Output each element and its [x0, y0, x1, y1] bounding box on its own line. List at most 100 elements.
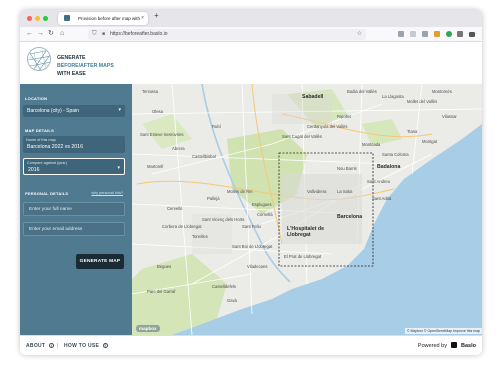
footer-separator: |	[57, 343, 59, 349]
map-label-sant-andreu: Sant Andreu	[367, 179, 391, 184]
map-label-cornella: Cornellà	[257, 212, 273, 217]
generate-map-button[interactable]: GENERATE MAP	[76, 254, 124, 269]
mapbox-logo[interactable]: mapbox	[136, 325, 160, 332]
map-view[interactable]: Sabadell Terrassa Badalona Barcelona L'H…	[132, 84, 482, 335]
location-section-label: LOCATION	[25, 96, 48, 101]
brand-logo[interactable]	[27, 47, 51, 71]
map-label-castellbisbal: Castellbisbal	[192, 154, 216, 159]
bookmark-star-icon[interactable]: ☆	[357, 30, 362, 39]
maximize-window-button[interactable]	[43, 16, 48, 21]
back-arrow-icon[interactable]: ←	[26, 29, 33, 39]
map-name-value[interactable]: Barcelona 2022 vs 2016	[27, 144, 83, 150]
map-label-cervello: Cervelló	[167, 206, 183, 211]
map-label-viladecans: Viladecans	[247, 264, 268, 269]
profile-icon[interactable]	[446, 31, 452, 37]
brand-line-3: WITH EASE	[57, 71, 86, 77]
full-name-input[interactable]: Enter your full name	[23, 202, 125, 216]
map-label-cerdanyola: Cerdanyola del Vallès	[307, 124, 348, 129]
map-label-nou-barris: Nou Barris	[337, 166, 357, 171]
map-label-la-salut: La Salut	[337, 189, 353, 194]
new-tab-button[interactable]: +	[154, 11, 159, 20]
about-link[interactable]: ABOUT i	[26, 343, 54, 349]
map-label-esplugues: Esplugues	[252, 202, 272, 207]
email-input[interactable]: Enter your email address	[23, 222, 125, 236]
address-bar[interactable]: ⛉ ■ https://beforeafter.baslo.io ☆	[88, 29, 366, 40]
map-label-palleja: Pallejà	[207, 196, 220, 201]
powered-by[interactable]: Powered by Baslo	[418, 342, 476, 349]
map-label-badalona: Badalona	[377, 164, 401, 170]
how-to-use-link[interactable]: HOW TO USE ?	[64, 343, 108, 349]
compare-year-value[interactable]: 2016	[28, 167, 40, 173]
shield-icon[interactable]: ⛉	[92, 30, 97, 39]
map-label-santa-coloma: Santa Coloma	[382, 152, 409, 157]
map-label-ripollet: Ripollet	[337, 114, 351, 119]
map-label-montgat: Montgat	[422, 139, 438, 144]
home-icon[interactable]: ⌂	[60, 29, 64, 39]
map-label-sabadell: Sabadell	[302, 94, 324, 100]
url-text[interactable]: https://beforeafter.baslo.io	[110, 31, 168, 37]
info-icon[interactable]: i	[48, 343, 54, 348]
brand-line-2: BEFORE/AFTER MAPS	[57, 63, 114, 69]
tab-favicon-icon	[64, 15, 70, 21]
forward-arrow-icon[interactable]: →	[37, 29, 44, 39]
compare-year-label: Compare against (year)	[27, 161, 67, 165]
map-label-corbera: Corbera de Llobregat	[162, 224, 202, 229]
library-icon[interactable]	[422, 31, 428, 37]
map-label-martorell: Martorell	[147, 164, 164, 169]
powered-by-label: Powered by	[417, 343, 447, 349]
brand-tagline: GENERATE BEFORE/AFTER MAPS WITH EASE	[57, 54, 114, 78]
map-label-sant-adria: Sant Adrià	[372, 196, 392, 201]
map-label-prat: El Prat de Llobregat	[284, 254, 322, 259]
map-label-sant-cugat: Sant Cugat del Vallès	[282, 134, 322, 139]
browser-nav-bar: ← → ↻ ⌂ ⛉ ■ https://beforeafter.baslo.io…	[20, 27, 482, 42]
map-label-torrelles: Torrelles	[192, 234, 208, 239]
personal-details-label: PERSONAL DETAILS	[25, 191, 69, 196]
app-footer: ABOUT i | HOW TO USE ? Powered by Baslo	[20, 335, 482, 355]
map-details-section-label: MAP DETAILS	[25, 128, 54, 133]
how-to-use-label[interactable]: HOW TO USE	[64, 343, 99, 349]
map-label-la-llagosta: La Llagosta	[382, 94, 404, 99]
map-label-rubi: Rubí	[212, 124, 221, 129]
tab-strip: Provision before after map with × +	[20, 10, 482, 27]
browser-tab[interactable]: Provision before after map with ×	[58, 12, 148, 25]
minimize-window-button[interactable]	[35, 16, 40, 21]
extension-icon[interactable]	[434, 31, 440, 37]
map-label-parc-garraf: Parc del Garraf	[147, 289, 176, 294]
map-label-begues: Begues	[157, 264, 172, 269]
map-label-sant-feliu: Sant Feliu	[242, 224, 261, 229]
close-window-button[interactable]	[27, 16, 32, 21]
map-label-sant-vicenc: Sant Vicenç dels Horts	[202, 217, 245, 222]
why-personal-info-link[interactable]: why personal info?	[91, 191, 123, 195]
reload-icon[interactable]: ↻	[48, 29, 54, 39]
tab-close-icon[interactable]: ×	[141, 15, 144, 21]
question-icon[interactable]: ?	[102, 343, 108, 348]
map-label-barcelona: Barcelona	[337, 214, 363, 220]
map-label-sant-esteve: Sant Esteve Sesrovires	[140, 132, 184, 137]
compare-year-select[interactable]: Compare against (year) 2016 ▾	[23, 158, 125, 175]
baslo-brand[interactable]: Baslo	[461, 343, 476, 349]
download-icon[interactable]	[410, 31, 416, 37]
map-attribution[interactable]: © Mapbox © OpenStreetMap Improve this ma…	[404, 328, 482, 334]
map-label-castelldefels: Castelldefels	[212, 284, 236, 289]
pocket-icon[interactable]	[398, 31, 404, 37]
map-label-terrassa: Terrassa	[142, 89, 159, 94]
map-label-montcada: Montcada	[362, 142, 381, 147]
baslo-logo-icon	[451, 342, 458, 348]
browser-window: Provision before after map with × + ← → …	[20, 10, 482, 355]
map-label-molins: Molins de Rei	[227, 189, 253, 194]
map-name-field[interactable]: Name of this map Barcelona 2022 vs 2016	[23, 136, 125, 153]
map-label-mollet: Mollet del Vallès	[407, 99, 438, 104]
map-base	[132, 84, 482, 335]
lock-icon[interactable]: ■	[102, 30, 105, 39]
extensions-menu-icon[interactable]	[457, 31, 463, 37]
map-label-montornes: Montornès	[432, 89, 452, 94]
hamburger-menu-icon[interactable]	[469, 32, 475, 37]
location-select[interactable]: Barcelona (city) - Spain ▾	[23, 105, 125, 117]
about-label[interactable]: ABOUT	[26, 343, 45, 349]
tab-title: Provision before after map with	[78, 16, 141, 21]
chevron-down-icon: ▾	[117, 165, 120, 171]
window-controls	[27, 16, 48, 21]
brand-line-1: GENERATE	[57, 55, 86, 61]
map-label-gava: Gavà	[227, 298, 238, 303]
chevron-down-icon: ▾	[118, 107, 121, 113]
